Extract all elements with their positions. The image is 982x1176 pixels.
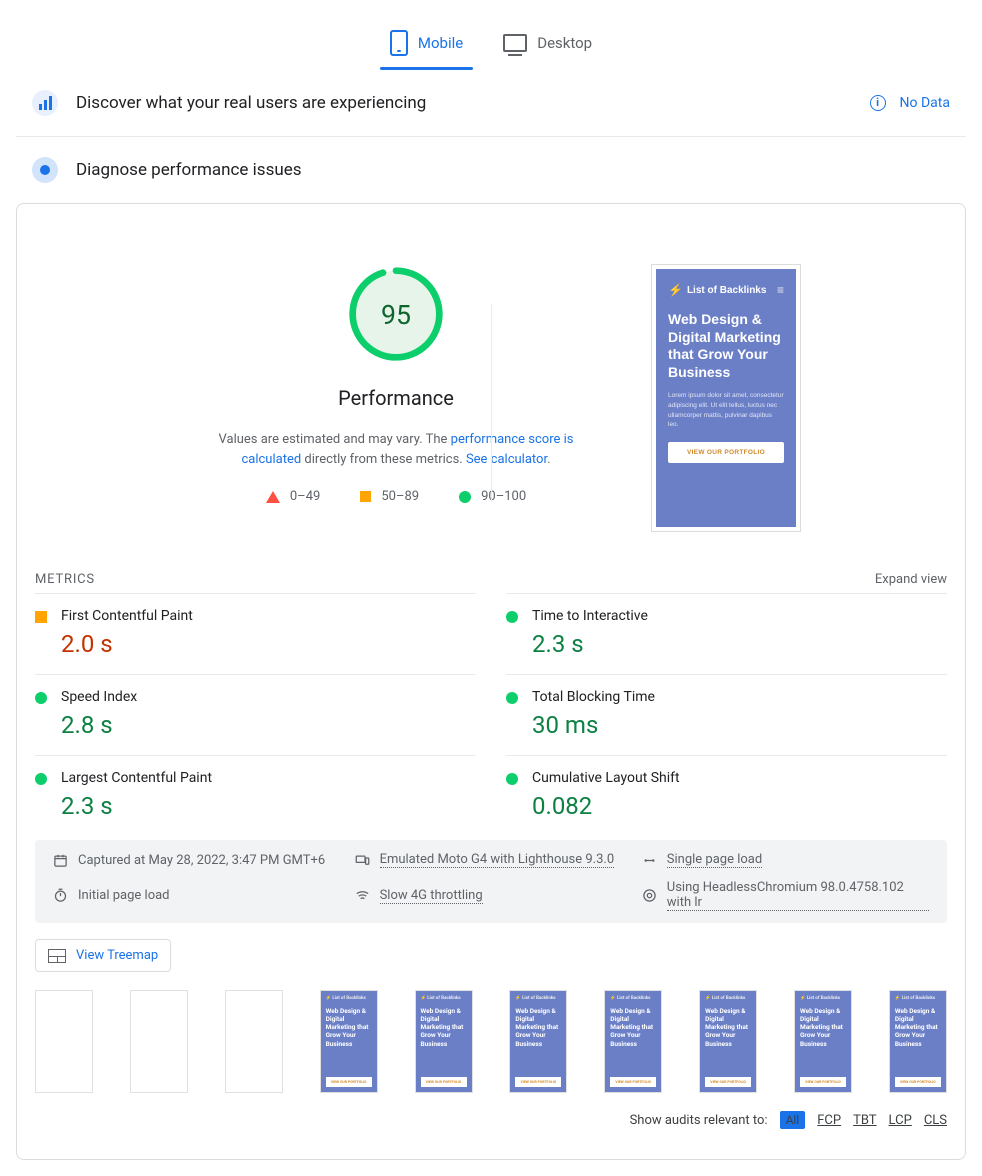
expand-view[interactable]: Expand view (875, 572, 947, 587)
metric-tti: Time to Interactive2.3 s (506, 593, 947, 674)
score-legend: 0–49 50–89 90–100 (181, 489, 611, 504)
filmstrip-frame: ⚡ List of BacklinksWeb Design & Digital … (604, 990, 662, 1093)
crux-section: Discover what your real users are experi… (16, 70, 966, 137)
audits-tbt[interactable]: TBT (853, 1113, 876, 1128)
see-calculator-link[interactable]: See calculator (466, 452, 547, 467)
metric-lcp: Largest Contentful Paint2.3 s (35, 755, 476, 836)
mobile-icon (390, 30, 408, 56)
tab-mobile[interactable]: Mobile (388, 24, 465, 70)
crux-nodata[interactable]: No Data (900, 95, 950, 111)
filmstrip-frame: ⚡ List of BacklinksWeb Design & Digital … (320, 990, 378, 1093)
bolt-icon: ⚡ (668, 283, 683, 297)
filmstrip-frame: ⚡ List of BacklinksWeb Design & Digital … (889, 990, 947, 1093)
filmstrip-frame (35, 990, 93, 1093)
devices-icon (355, 853, 370, 868)
timer-icon (53, 888, 68, 903)
hamburger-icon: ≡ (777, 283, 784, 297)
circle-icon (35, 692, 47, 704)
metrics-title: METRICS (35, 572, 95, 587)
diagnose-section: Diagnose performance issues (16, 137, 966, 203)
circle-icon (35, 773, 47, 785)
filmstrip-frame (130, 990, 188, 1093)
crux-icon (32, 90, 58, 116)
mid-square-icon (360, 491, 371, 502)
tab-desktop[interactable]: Desktop (501, 24, 594, 70)
filmstrip-frame: ⚡ List of BacklinksWeb Design & Digital … (794, 990, 852, 1093)
metric-si: Speed Index2.8 s (35, 674, 476, 755)
tab-desktop-label: Desktop (537, 34, 592, 52)
audits-lcp[interactable]: LCP (889, 1113, 912, 1128)
pass-circle-icon (459, 491, 471, 503)
square-icon (35, 611, 47, 623)
timeline-icon (642, 853, 657, 868)
metrics-header: METRICS Expand view (35, 572, 947, 587)
calendar-icon (53, 853, 68, 868)
filmstrip-frame: ⚡ List of BacklinksWeb Design & Digital … (699, 990, 757, 1093)
filmstrip: ⚡ List of BacklinksWeb Design & Digital … (35, 990, 947, 1093)
circle-icon (506, 773, 518, 785)
screenshot-preview: ⚡List of Backlinks≡ Web Design & Digital… (651, 264, 801, 532)
circle-icon (506, 692, 518, 704)
audits-all[interactable]: All (780, 1111, 806, 1129)
diagnose-title: Diagnose performance issues (76, 160, 302, 180)
performance-gauge: 95 (346, 264, 446, 364)
metrics-grid: First Contentful Paint2.0 s Time to Inte… (35, 593, 947, 836)
lighthouse-card: 95 Performance Values are estimated and … (16, 203, 966, 1160)
crux-title: Discover what your real users are experi… (76, 93, 426, 113)
audits-cls[interactable]: CLS (924, 1113, 947, 1128)
diagnose-icon (32, 157, 58, 183)
filmstrip-frame: ⚡ List of BacklinksWeb Design & Digital … (509, 990, 567, 1093)
treemap-icon (48, 949, 66, 963)
score-column: 95 Performance Values are estimated and … (181, 264, 611, 532)
score-description: Values are estimated and may vary. The p… (181, 430, 611, 469)
audits-filter: Show audits relevant to: All FCP TBT LCP… (35, 1111, 947, 1129)
fail-triangle-icon (266, 491, 280, 503)
metric-cls: Cumulative Layout Shift0.082 (506, 755, 947, 836)
wifi-icon (355, 888, 370, 903)
view-treemap-button[interactable]: View Treemap (35, 939, 171, 972)
environment-info: Captured at May 28, 2022, 3:47 PM GMT+6 … (35, 840, 947, 923)
score-value: 95 (381, 299, 411, 331)
filmstrip-frame: ⚡ List of BacklinksWeb Design & Digital … (415, 990, 473, 1093)
filmstrip-frame (225, 990, 283, 1093)
desktop-icon (503, 34, 527, 52)
metric-fcp: First Contentful Paint2.0 s (35, 593, 476, 674)
info-icon[interactable] (870, 95, 886, 111)
circle-icon (506, 611, 518, 623)
audits-fcp[interactable]: FCP (817, 1113, 841, 1128)
audits-label: Show audits relevant to: (630, 1113, 768, 1128)
tab-mobile-label: Mobile (418, 34, 463, 52)
device-tabs: Mobile Desktop (0, 0, 982, 70)
metric-tbt: Total Blocking Time30 ms (506, 674, 947, 755)
chrome-icon (642, 888, 657, 903)
score-label: Performance (181, 386, 611, 410)
